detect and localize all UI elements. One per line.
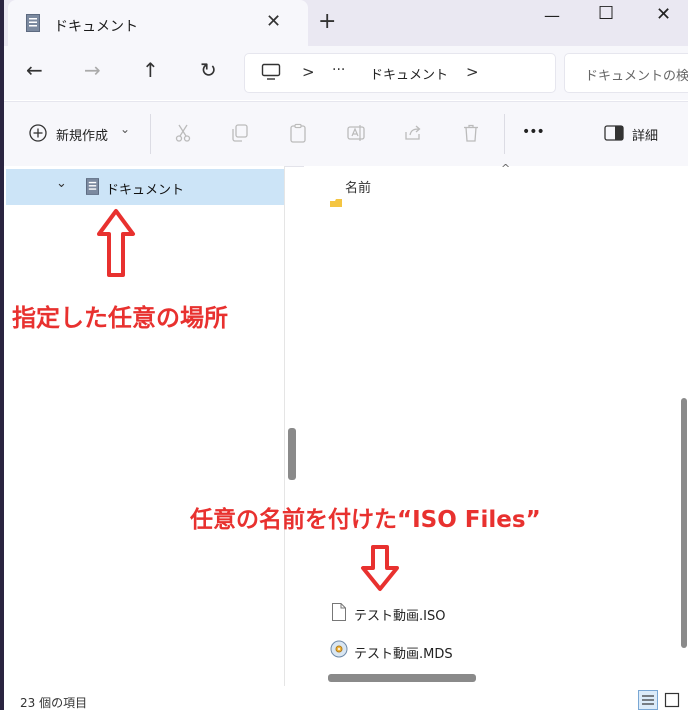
up-button[interactable]: ↑ [142, 58, 159, 82]
tab-close-icon[interactable]: ✕ [266, 11, 281, 32]
details-view-icon[interactable] [638, 690, 658, 710]
breadcrumb-documents[interactable]: ドキュメント [370, 64, 448, 83]
forward-button[interactable]: → [84, 58, 101, 82]
tiles-view-icon[interactable] [664, 692, 680, 708]
arrow-down-annotation-icon [361, 545, 399, 591]
list-item[interactable]: テスト動画.MDS [328, 638, 668, 666]
maximize-button[interactable]: ☐ [598, 3, 614, 24]
new-plus-icon [29, 124, 47, 142]
horizontal-scrollbar[interactable] [328, 674, 476, 682]
expand-chevron-icon[interactable]: ⌄ [56, 176, 67, 191]
more-options-button[interactable]: ••• [522, 124, 545, 140]
file-list-scrollbar[interactable] [681, 398, 687, 648]
delete-icon[interactable] [461, 123, 481, 143]
close-window-button[interactable]: ✕ [656, 4, 671, 25]
copy-icon[interactable] [230, 123, 250, 143]
minimize-button[interactable]: — [544, 6, 560, 25]
documents-folder-icon [86, 178, 99, 195]
rename-icon[interactable] [346, 123, 366, 143]
divider [504, 114, 505, 154]
new-tab-button[interactable]: + [318, 9, 336, 34]
column-header-name[interactable]: 名前 [345, 177, 371, 196]
breadcrumb-separator-2[interactable]: > [466, 63, 479, 81]
location-annotation: 指定した任意の場所 [12, 304, 228, 332]
arrow-up-annotation-icon [97, 209, 135, 277]
refresh-button[interactable]: ↻ [200, 58, 217, 82]
status-bar [4, 688, 688, 710]
sidebar-item-label: ドキュメント [106, 183, 185, 198]
divider [150, 114, 151, 154]
iso-files-annotation: 任意の名前を付けた“ISO Files” [190, 507, 541, 533]
new-button[interactable]: 新規作成 [56, 125, 108, 144]
tab-documents[interactable] [8, 0, 308, 46]
tab-title: ドキュメント [54, 19, 138, 35]
new-chevron-down-icon[interactable]: ⌄ [120, 122, 130, 136]
document-icon [332, 603, 346, 621]
details-pane-icon [604, 125, 624, 141]
sort-ascending-icon: ^ [501, 162, 511, 175]
pane-divider[interactable] [284, 166, 285, 686]
list-item[interactable]: テスト動画.ISO [328, 600, 668, 628]
search-placeholder: ドキュメントの検索 [585, 69, 688, 84]
folder-icon [330, 199, 342, 207]
computer-icon [261, 63, 281, 80]
breadcrumb-more-button[interactable]: ··· [332, 62, 345, 78]
file-name: テスト動画.ISO [354, 609, 446, 624]
file-explorer-window: ドキュメント ✕ + — ☐ ✕ ← → ↑ ↻ > ··· ドキュメント > … [4, 0, 688, 710]
details-button[interactable]: 詳細 [632, 125, 658, 144]
navigation-pane-scrollbar[interactable] [288, 428, 296, 480]
cut-icon[interactable] [173, 123, 193, 143]
share-icon[interactable] [403, 123, 423, 143]
item-count: 23 個の項目 [20, 696, 88, 710]
disc-image-icon [330, 640, 348, 658]
file-name: テスト動画.MDS [354, 647, 453, 662]
navigation-pane [4, 166, 284, 686]
breadcrumb-separator: > [302, 63, 315, 81]
paste-icon[interactable] [288, 123, 308, 143]
search-input[interactable]: ドキュメントの検索 [564, 53, 688, 93]
documents-folder-icon [26, 14, 40, 32]
back-button[interactable]: ← [26, 58, 43, 82]
